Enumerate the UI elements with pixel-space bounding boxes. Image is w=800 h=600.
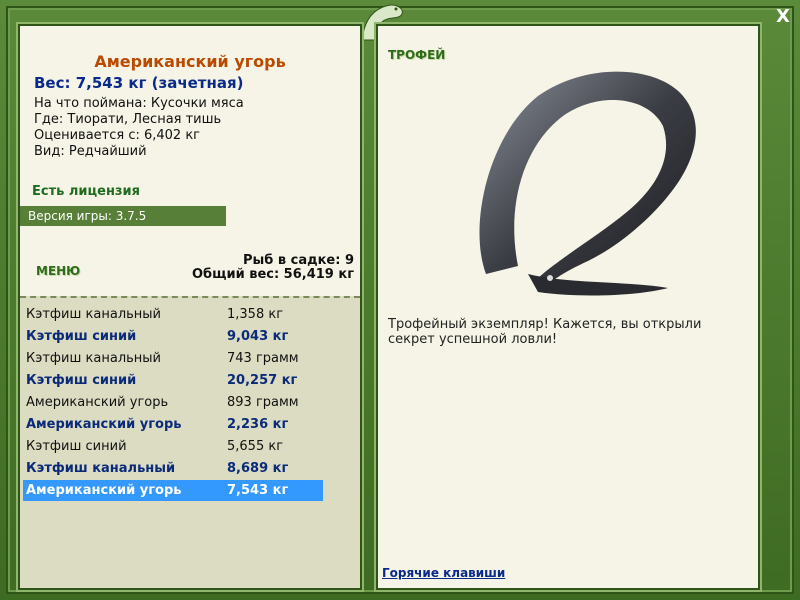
fish-name: Американский угорь: [26, 417, 182, 432]
trophy-label: ТРОФЕЙ: [388, 48, 446, 62]
bait-detail: На что поймана: Кусочки мяса: [34, 96, 244, 111]
rarity-detail: Вид: Редчайший: [34, 144, 147, 159]
close-button[interactable]: X: [772, 6, 794, 28]
fish-name: Кэтфиш синий: [26, 439, 127, 454]
cage-count: Рыб в садке: 9: [242, 253, 354, 268]
eel-image: [479, 71, 696, 296]
fish-name: Кэтфиш канальный: [26, 351, 161, 366]
fish-list-row[interactable]: Кэтфиш канальный 1,358 кг: [23, 304, 323, 325]
trophy-description: Трофейный экземпляр! Кажется, вы открыли…: [388, 317, 702, 347]
fish-name: Американский угорь: [26, 395, 169, 410]
fish-weight-cell: 743 грамм: [227, 351, 299, 366]
fish-weight: Вес: 7,543 кг (зачетная): [34, 74, 244, 92]
fish-list-row[interactable]: Американский угорь 893 грамм: [23, 392, 323, 413]
fish-weight-cell: 8,689 кг: [227, 461, 289, 476]
license-status: Есть лицензия: [32, 184, 140, 199]
cage-summary: Рыб в садке: 9 Общий вес: 56,419 кг: [192, 254, 354, 282]
fish-weight-cell: 2,236 кг: [227, 417, 289, 432]
fish-list-row[interactable]: Кэтфиш синий 20,257 кг: [23, 370, 323, 391]
fish-weight-cell: 893 грамм: [227, 395, 299, 410]
fish-weight-cell: 20,257 кг: [227, 373, 298, 388]
trophy-panel: ТРОФЕЙ Трофейный экземпляр! Кажется, вы …: [376, 24, 760, 590]
fish-list-row[interactable]: Американский угорь 2,236 кг: [23, 414, 323, 435]
fish-name: Кэтфиш канальный: [26, 461, 176, 476]
fish-title: Американский угорь: [94, 52, 286, 71]
fish-list-row[interactable]: Кэтфиш синий 9,043 кг: [23, 326, 323, 347]
fish-name: Кэтфиш синий: [26, 373, 137, 388]
fish-list-row[interactable]: Кэтфиш канальный 743 грамм: [23, 348, 323, 369]
value-detail: Оценивается с: 6,402 кг: [34, 128, 201, 143]
fish-name: Американский угорь: [26, 483, 182, 498]
fish-list-row[interactable]: Американский угорь 7,543 кг: [23, 480, 323, 501]
cage-total-weight: Общий вес: 56,419 кг: [191, 267, 354, 282]
version-bar: Версия игры: 3.7.5: [20, 206, 226, 226]
hotkeys-link[interactable]: Горячие клавиши: [382, 566, 505, 580]
fish-weight-cell: 1,358 кг: [227, 307, 284, 322]
fish-weight-cell: 5,655 кг: [227, 439, 284, 454]
fish-list: Кэтфиш канальный 1,358 кг Кэтфиш синий 9,04…: [20, 296, 360, 588]
menu-button[interactable]: МЕНЮ: [36, 264, 80, 278]
fish-name: Кэтфиш канальный: [26, 307, 161, 322]
catch-info-panel: Американский угорь Вес: 7,543 кг (зачетн…: [18, 24, 362, 590]
fish-weight-cell: 7,543 кг: [227, 483, 289, 498]
fish-list-row[interactable]: Кэтфиш синий 5,655 кг: [23, 436, 323, 457]
fish-name: Кэтфиш синий: [26, 329, 137, 344]
place-detail: Где: Тиорати, Лесная тишь: [34, 112, 222, 127]
fish-weight-cell: 9,043 кг: [227, 329, 289, 344]
fish-list-row[interactable]: Кэтфиш канальный 8,689 кг: [23, 458, 323, 479]
